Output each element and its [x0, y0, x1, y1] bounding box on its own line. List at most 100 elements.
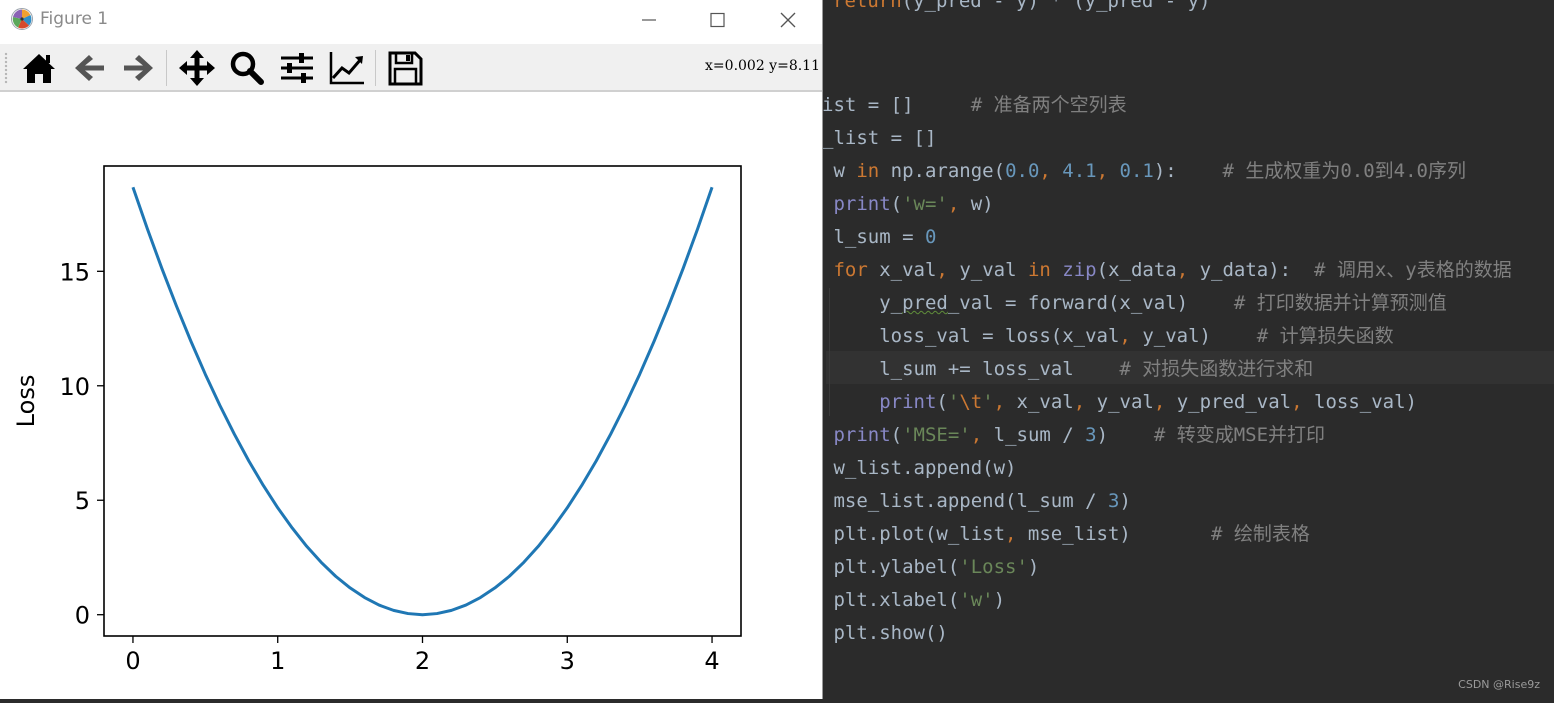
x-tick-label: 0	[125, 647, 140, 675]
code-token: (	[891, 193, 902, 215]
code-token: pred	[902, 292, 948, 314]
code-line[interactable]: loss_val = loss(x_val, y_val) # 计算损失函数	[822, 325, 1394, 347]
code-token: y_pred_val	[1177, 391, 1291, 413]
code-token: 0.0	[1005, 160, 1039, 182]
code-line[interactable]: print('MSE=', l_sum / 3) # 转变成MSE并打印	[822, 424, 1325, 446]
code-token: ,	[1119, 325, 1142, 347]
code-line[interactable]: plt.xlabel('w')	[822, 589, 1005, 611]
arrow-right-icon	[118, 48, 158, 88]
x-tick-label: 4	[704, 647, 719, 675]
y-tick-label: 5	[75, 487, 90, 515]
sliders-icon	[277, 48, 317, 88]
code-token: )	[1119, 490, 1130, 512]
code-line[interactable]: for x_val, y_val in zip(x_data, y_data):…	[822, 259, 1512, 281]
code-token: plt.plot(w_list	[822, 523, 1005, 545]
code-token: # 调用x、y表格的数据	[1314, 259, 1512, 281]
code-token: '	[982, 391, 993, 413]
code-line[interactable]: return(y_pred - y) * (y_pred - y)	[833, 0, 1211, 12]
code-line[interactable]: w in np.arange(0.0, 4.1, 0.1): # 生成权重为0.…	[822, 160, 1466, 182]
code-token: (	[936, 391, 947, 413]
code-token: y_val	[1097, 391, 1154, 413]
axes-frame	[104, 166, 741, 636]
code-token	[822, 193, 833, 215]
minimize-button[interactable]	[626, 0, 672, 40]
forward-button[interactable]	[118, 48, 158, 88]
code-token: plt.xlabel(	[822, 589, 959, 611]
toolbar-grip[interactable]	[4, 52, 8, 84]
x-tick-label: 1	[270, 647, 285, 675]
back-button[interactable]	[70, 48, 110, 88]
code-token: (x_data	[1097, 259, 1177, 281]
code-token: in	[1028, 259, 1051, 281]
code-token: )	[1097, 424, 1154, 446]
code-line[interactable]: plt.show()	[822, 622, 948, 644]
code-line[interactable]: w_list.append(w)	[822, 457, 1016, 479]
code-line[interactable]: print('w=', w)	[822, 193, 994, 215]
cursor-coordinates: x=0.002 y=8.11	[705, 58, 820, 74]
code-token: ,	[1074, 391, 1097, 413]
code-token: ,	[1154, 391, 1177, 413]
edit-axes-button[interactable]	[327, 48, 367, 88]
y-tick-label: 15	[59, 258, 90, 286]
code-line[interactable]: y_pred_val = forward(x_val) # 打印数据并计算预测值	[822, 292, 1447, 314]
code-token: (	[891, 424, 902, 446]
code-line[interactable]: mse_list.append(l_sum / 3)	[822, 490, 1131, 512]
code-token: print	[833, 193, 890, 215]
magnifier-icon	[226, 48, 266, 88]
loss-chart[interactable]: 01234051015Loss	[0, 92, 822, 699]
plot-canvas[interactable]: 01234051015Loss	[0, 92, 822, 699]
code-token: y_val	[959, 259, 1028, 281]
code-token: y_	[822, 292, 902, 314]
code-token: 3	[1085, 424, 1096, 446]
code-token: in	[856, 160, 879, 182]
code-line[interactable]: plt.plot(w_list, mse_list) # 绘制表格	[822, 523, 1310, 545]
maximize-icon	[694, 0, 740, 40]
code-token: \t	[959, 391, 982, 413]
pan-button[interactable]	[177, 48, 217, 88]
code-token: 'w'	[959, 589, 993, 611]
code-token: # 转变成MSE并打印	[1154, 424, 1325, 446]
code-line[interactable]: l_sum = 0	[822, 226, 936, 248]
configure-subplots-button[interactable]	[277, 48, 317, 88]
x-tick-label: 2	[415, 647, 430, 675]
code-line[interactable]: print('\t', x_val, y_val, y_pred_val, lo…	[822, 391, 1417, 413]
code-token: 'w='	[902, 193, 948, 215]
code-token: plt.ylabel(	[822, 556, 959, 578]
code-token	[1051, 259, 1062, 281]
code-line[interactable]: ist = [] # 准备两个空列表	[822, 94, 1127, 116]
code-token: w)	[971, 193, 994, 215]
code-token: print	[833, 424, 890, 446]
code-line[interactable]: l_sum += loss_val # 对损失函数进行求和	[822, 358, 1313, 380]
title-bar[interactable]: Figure 1	[0, 0, 822, 40]
zoom-button[interactable]	[226, 48, 266, 88]
code-token: ,	[1097, 160, 1120, 182]
save-button[interactable]	[385, 48, 425, 88]
maximize-button[interactable]	[694, 0, 740, 40]
code-token: ,	[1177, 259, 1200, 281]
watermark: CSDN @Rise9z	[1458, 678, 1540, 691]
home-button[interactable]	[19, 48, 59, 88]
code-token: _list = []	[822, 127, 936, 149]
y-tick-label: 0	[75, 602, 90, 630]
code-token: ,	[936, 259, 959, 281]
arrow-left-icon	[70, 48, 110, 88]
y-axis-label: Loss	[12, 375, 40, 428]
code-token: x_val	[868, 259, 937, 281]
code-token: ,	[994, 391, 1017, 413]
code-token: y_val)	[1142, 325, 1256, 347]
code-token: )	[994, 589, 1005, 611]
floppy-disk-icon	[385, 48, 425, 88]
code-token: mse_list.append(l_sum /	[822, 490, 1108, 512]
code-token: print	[879, 391, 936, 413]
code-token: ,	[1291, 391, 1314, 413]
code-line[interactable]: _list = []	[822, 127, 936, 149]
toolbar-separator	[166, 50, 167, 86]
y-tick-label: 10	[59, 373, 90, 401]
code-token: return	[833, 0, 902, 12]
code-token	[822, 391, 879, 413]
code-token: loss_val)	[1314, 391, 1417, 413]
close-button[interactable]	[765, 0, 811, 40]
code-token: 0.1	[1120, 160, 1154, 182]
code-line[interactable]: plt.ylabel('Loss')	[822, 556, 1039, 578]
code-token: 3	[1108, 490, 1119, 512]
